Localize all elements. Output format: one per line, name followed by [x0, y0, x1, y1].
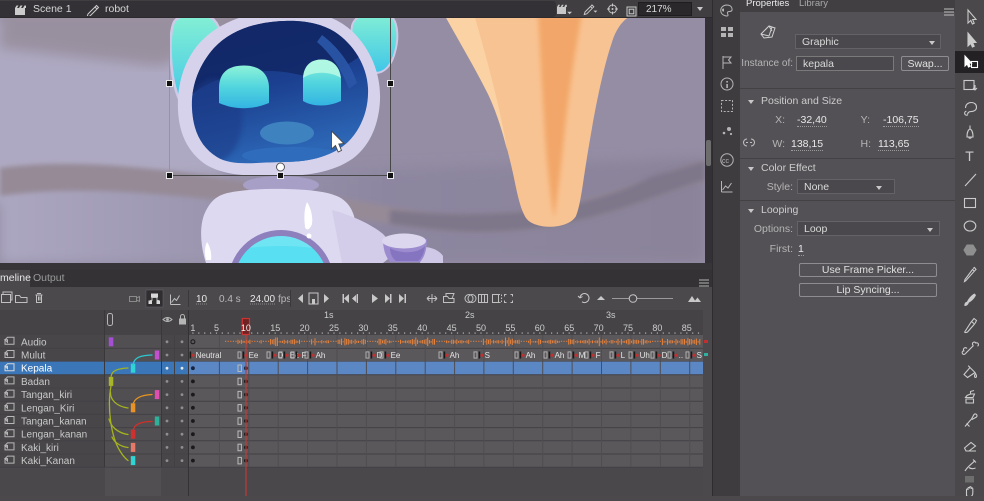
- svg-text:D: D: [662, 351, 668, 360]
- svg-text:3s: 3s: [606, 310, 616, 320]
- svg-text:Kaki_Kanan: Kaki_Kanan: [21, 456, 75, 467]
- svg-text:65: 65: [564, 323, 574, 333]
- svg-text:T: T: [965, 148, 974, 164]
- svg-text:Lengan_Kiri: Lengan_Kiri: [21, 403, 74, 414]
- svg-text:1: 1: [190, 323, 195, 333]
- svg-text:D: D: [278, 351, 284, 360]
- svg-text:20: 20: [300, 323, 310, 333]
- svg-text:Lengan_kanan: Lengan_kanan: [21, 430, 87, 441]
- svg-text:1s: 1s: [324, 310, 334, 320]
- svg-text:0.4 s: 0.4 s: [219, 294, 241, 305]
- svg-text:S: S: [697, 351, 702, 360]
- svg-text:Badan: Badan: [21, 377, 50, 388]
- svg-text:cc: cc: [722, 158, 730, 165]
- svg-text:2s: 2s: [465, 310, 475, 320]
- svg-text:10: 10: [241, 323, 251, 333]
- svg-text:10: 10: [196, 294, 208, 305]
- svg-text:S: S: [485, 351, 490, 360]
- svg-text:fps: fps: [278, 294, 291, 305]
- svg-text:Ah: Ah: [316, 351, 326, 360]
- svg-text:Uh: Uh: [640, 351, 650, 360]
- svg-text:M: M: [579, 351, 586, 360]
- svg-text:85: 85: [682, 323, 692, 333]
- svg-text:70: 70: [594, 323, 604, 333]
- svg-text:45: 45: [447, 323, 457, 333]
- svg-text:Mulut: Mulut: [21, 351, 46, 362]
- svg-text:Tangan_kanan: Tangan_kanan: [21, 417, 87, 428]
- svg-text:Kepala: Kepala: [21, 364, 53, 375]
- svg-text:Neutral: Neutral: [196, 351, 222, 360]
- svg-text:55: 55: [505, 323, 515, 333]
- svg-text:5: 5: [214, 323, 219, 333]
- svg-text:Ah: Ah: [555, 351, 565, 360]
- svg-text:30: 30: [358, 323, 368, 333]
- svg-text:25: 25: [329, 323, 339, 333]
- svg-text:Ah: Ah: [450, 351, 460, 360]
- svg-text:24.00: 24.00: [250, 294, 275, 305]
- svg-text:L: L: [621, 351, 626, 360]
- svg-text:50: 50: [476, 323, 486, 333]
- svg-text:Tangan_kiri: Tangan_kiri: [21, 390, 72, 401]
- svg-text:40: 40: [417, 323, 427, 333]
- svg-text:..: ..: [679, 351, 683, 360]
- svg-text:Kaki_kiri: Kaki_kiri: [21, 443, 59, 454]
- svg-text:Ee: Ee: [391, 351, 401, 360]
- svg-text:Ee: Ee: [249, 351, 259, 360]
- svg-text:Ah: Ah: [526, 351, 536, 360]
- svg-text:Audio: Audio: [21, 337, 47, 348]
- svg-text:80: 80: [652, 323, 662, 333]
- svg-text:F: F: [302, 351, 307, 360]
- svg-text:F: F: [596, 351, 601, 360]
- svg-text:15: 15: [270, 323, 280, 333]
- svg-text:75: 75: [623, 323, 633, 333]
- svg-text:60: 60: [535, 323, 545, 333]
- svg-text:35: 35: [388, 323, 398, 333]
